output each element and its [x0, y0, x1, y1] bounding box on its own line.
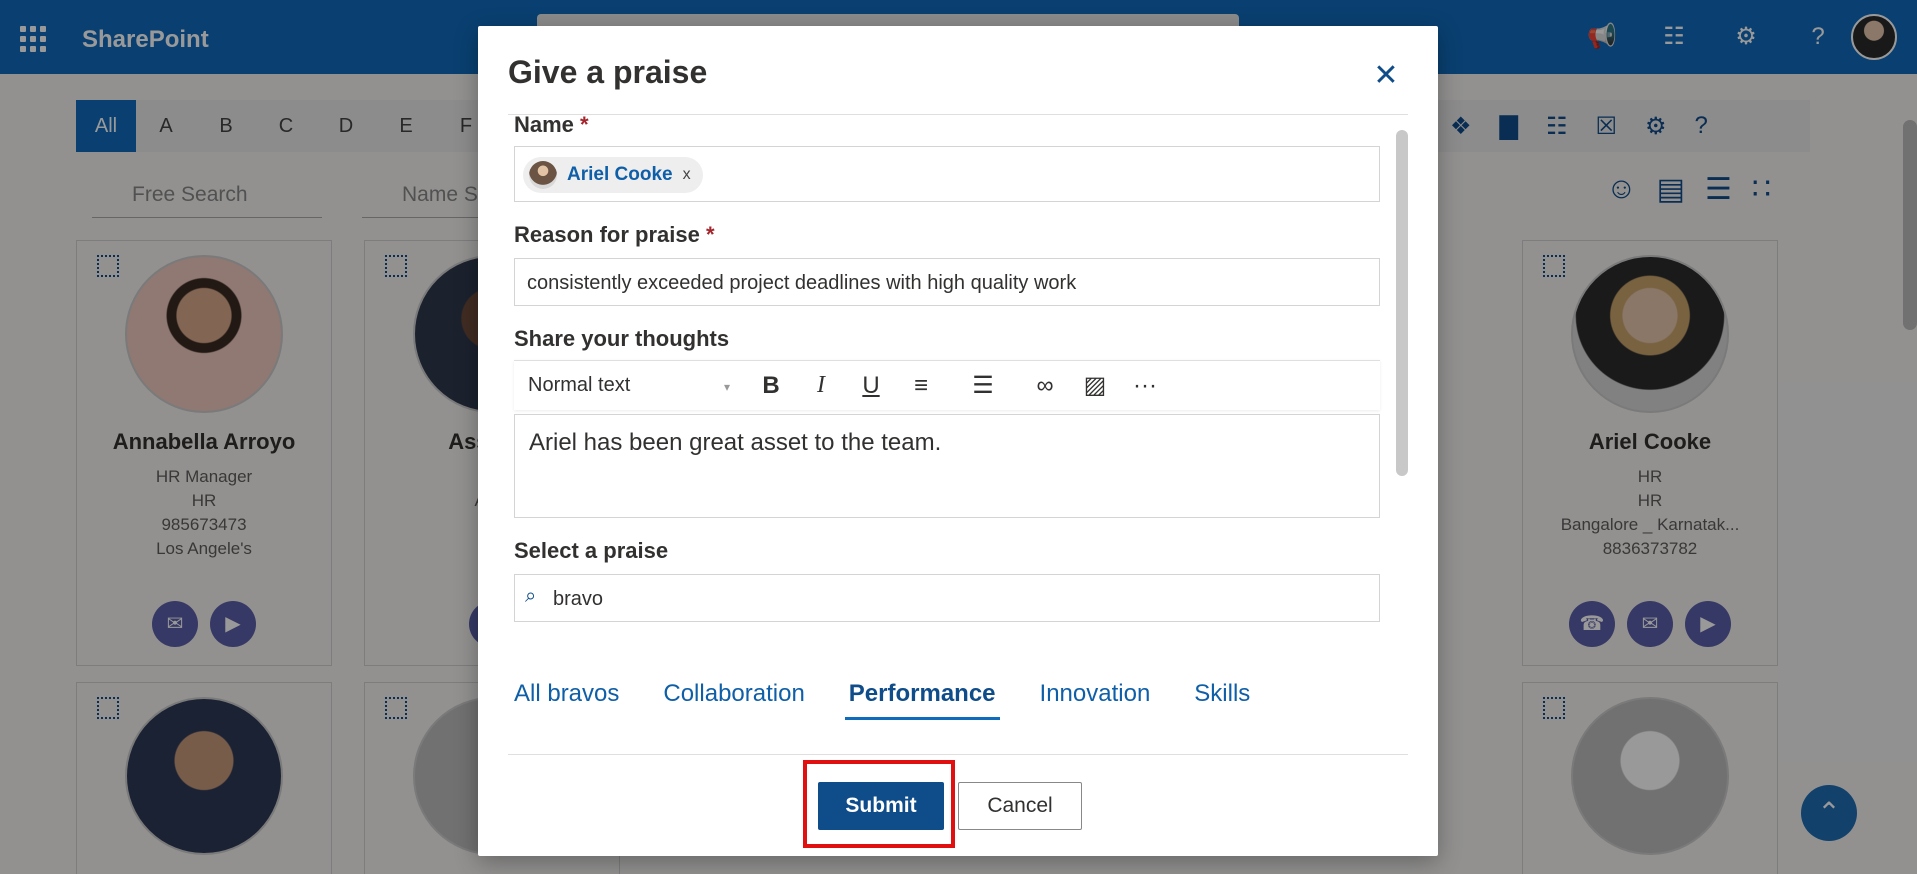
- remove-person-button[interactable]: x: [683, 166, 691, 184]
- image-icon[interactable]: ▨: [1070, 371, 1120, 400]
- submit-button[interactable]: Submit: [818, 782, 944, 830]
- divider: [508, 754, 1408, 755]
- tab-innovation[interactable]: Innovation: [1040, 680, 1151, 720]
- tab-performance[interactable]: Performance: [844, 680, 1000, 720]
- italic-button[interactable]: I: [796, 372, 846, 399]
- underline-button[interactable]: U: [846, 372, 896, 400]
- list-icon[interactable]: ☰: [958, 371, 1008, 400]
- reason-label: Reason for praise *: [514, 222, 715, 247]
- dialog-title: Give a praise: [508, 54, 708, 90]
- avatar: [529, 161, 557, 189]
- close-icon[interactable]: ✕: [1368, 58, 1404, 94]
- praise-search-value: bravo: [553, 588, 604, 610]
- thoughts-label: Share your thoughts: [514, 326, 730, 351]
- select-praise-label: Select a praise: [514, 538, 669, 563]
- dialog-scrollbar[interactable]: [1396, 130, 1408, 476]
- reason-input[interactable]: consistently exceeded project deadlines …: [514, 258, 1380, 306]
- divider: [508, 114, 1408, 115]
- reason-value: consistently exceeded project deadlines …: [527, 272, 1077, 294]
- name-people-picker[interactable]: Ariel Cooke x: [514, 146, 1380, 202]
- tab-skills[interactable]: Skills: [1194, 680, 1250, 720]
- more-options-button[interactable]: ···: [1120, 372, 1170, 400]
- bold-button[interactable]: B: [746, 372, 796, 400]
- thoughts-editor[interactable]: Ariel has been great asset to the team.: [514, 414, 1380, 518]
- praise-tabs: All bravos Collaboration Performance Inn…: [514, 680, 1294, 720]
- align-icon[interactable]: ≡: [896, 372, 946, 400]
- praise-search-input[interactable]: ⌕ bravo: [514, 574, 1380, 622]
- link-icon[interactable]: ∞: [1020, 372, 1070, 400]
- selected-person-name: Ariel Cooke: [567, 164, 673, 185]
- cancel-button[interactable]: Cancel: [958, 782, 1082, 830]
- search-icon: ⌕: [525, 585, 537, 607]
- give-praise-dialog: Give a praise ✕ Name * Ariel Cooke x Rea…: [478, 26, 1438, 856]
- editor-toolbar: Normal text ▾ B I U ≡ ☰ ∞ ▨ ···: [514, 360, 1380, 410]
- editor-content: Ariel has been great asset to the team.: [529, 429, 942, 456]
- name-label: Name *: [514, 112, 589, 137]
- tab-collaboration[interactable]: Collaboration: [663, 680, 804, 720]
- text-style-dropdown[interactable]: Normal text ▾: [514, 374, 746, 397]
- selected-person-pill: Ariel Cooke x: [523, 157, 703, 193]
- tab-all-bravos[interactable]: All bravos: [514, 680, 619, 720]
